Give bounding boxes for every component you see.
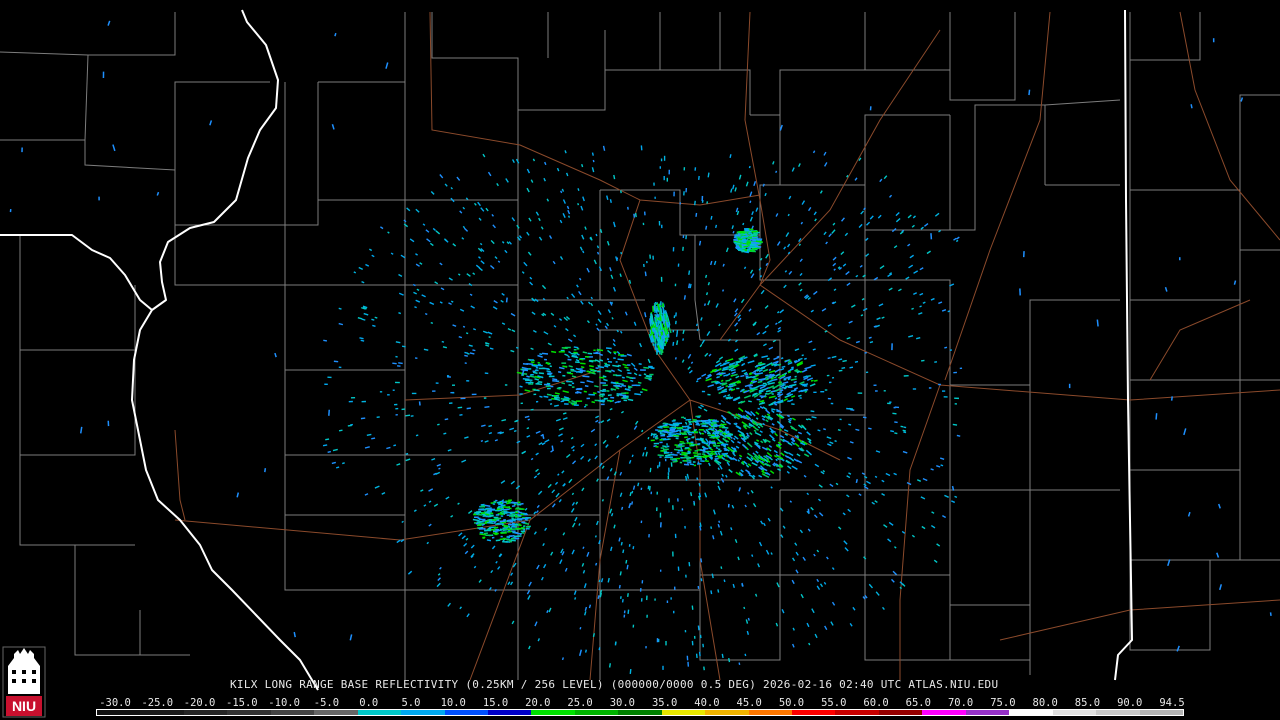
colorbar-segment [1052, 710, 1097, 715]
colorbar-tick-label: -10.0 [268, 697, 300, 709]
colorbar-segment [965, 710, 1010, 715]
colorbar-tick-label: 45.0 [736, 697, 762, 709]
colorbar-tick-label: 75.0 [990, 697, 1016, 709]
colorbar-tick-label: 0.0 [359, 697, 379, 709]
colorbar-segment [314, 710, 358, 715]
colorbar-segment [357, 710, 402, 715]
colorbar-segment [97, 710, 141, 715]
radar-map [0, 9, 1280, 691]
colorbar-tick-label: 85.0 [1074, 697, 1101, 709]
colorbar-segment [835, 710, 879, 715]
colorbar-segment [705, 710, 749, 715]
colorbar-tick-label: -30.0 [99, 697, 131, 709]
colorbar-segment [270, 710, 315, 715]
product-caption: KILX LONG RANGE BASE REFLECTIVITY (0.25K… [230, 678, 999, 691]
colorbar-segment [487, 710, 532, 715]
colorbar-segment [922, 710, 966, 715]
colorbar-tick-label: 94.5 [1159, 697, 1185, 709]
colorbar-segment [574, 710, 619, 715]
colorbar-tick-label: -25.0 [141, 697, 174, 709]
colorbar-segment [792, 710, 836, 715]
colorbar-segment [227, 710, 271, 715]
colorbar-tick-label: 10.0 [440, 697, 466, 709]
colorbar-segment [401, 710, 445, 715]
colorbar-segment [878, 710, 923, 715]
state-boundaries [0, 9, 1133, 691]
colorbar-labels: -30.0 -25.0 -20.0 -15.0 -10.0 -5.0 0.0 5.0 10.0 1… [0, 697, 1280, 709]
colorbar-tick-label: 50.0 [778, 697, 805, 709]
colorbar-segment [183, 710, 228, 715]
colorbar-tick-label: 90.0 [1117, 697, 1143, 709]
colorbar-tick-label: -5.0 [313, 697, 340, 709]
colorbar-segment [618, 710, 662, 715]
colorbar-tick-label: 55.0 [821, 697, 847, 709]
colorbar-segment [1139, 710, 1183, 715]
colorbar-segment [444, 710, 488, 715]
colorbar-tick-label: 80.0 [1032, 697, 1058, 709]
colorbar-tick-label: -15.0 [226, 697, 258, 709]
colorbar-tick-label: 25.0 [567, 697, 593, 709]
colorbar-tick-label: 20.0 [525, 697, 551, 709]
colorbar-tick-label: 70.0 [947, 697, 974, 709]
colorbar-tick-label: 65.0 [905, 697, 931, 709]
colorbar-segment [531, 710, 575, 715]
colorbar-tick-label: 40.0 [694, 697, 720, 709]
colorbar-segment [661, 710, 706, 715]
colorbar-segment [1009, 710, 1053, 715]
colorbar-tick-label: 60.0 [863, 697, 889, 709]
reflectivity-colorbar [96, 709, 1184, 716]
colorbar-tick-label: 30.0 [609, 697, 636, 709]
colorbar-tick-label: 15.0 [482, 697, 509, 709]
colorbar-tick-label: 5.0 [401, 697, 421, 709]
radar-echoes [9, 20, 1272, 674]
niu-logo: NIU [2, 646, 46, 718]
colorbar-segment [140, 710, 184, 715]
highways [174, 11, 1280, 681]
county-boundaries [0, 12, 1280, 680]
colorbar-tick-label: -20.0 [183, 697, 216, 709]
colorbar-segment [748, 710, 792, 715]
colorbar-tick-label: 35.0 [651, 697, 678, 709]
colorbar-segment [1096, 710, 1140, 715]
niu-logo-text: NIU [12, 698, 36, 714]
